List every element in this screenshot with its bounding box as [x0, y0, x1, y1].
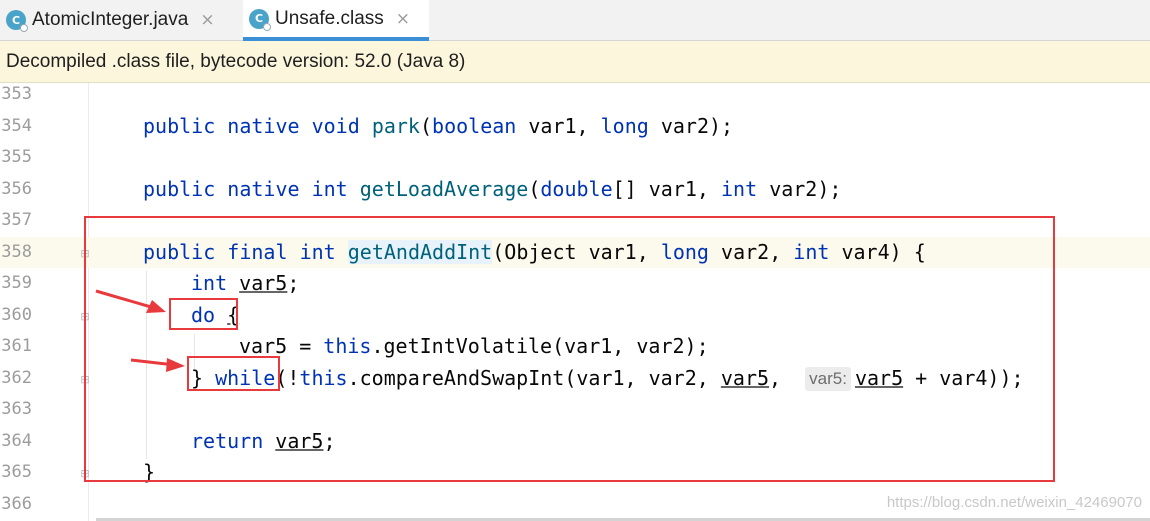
- watermark: https://blog.csdn.net/weixin_42469070: [886, 494, 1142, 511]
- arrow-to-do: [95, 289, 159, 311]
- arrow-head-do: [146, 300, 166, 313]
- arrow-head-while: [166, 358, 185, 372]
- annotation-arrows: [95, 289, 185, 372]
